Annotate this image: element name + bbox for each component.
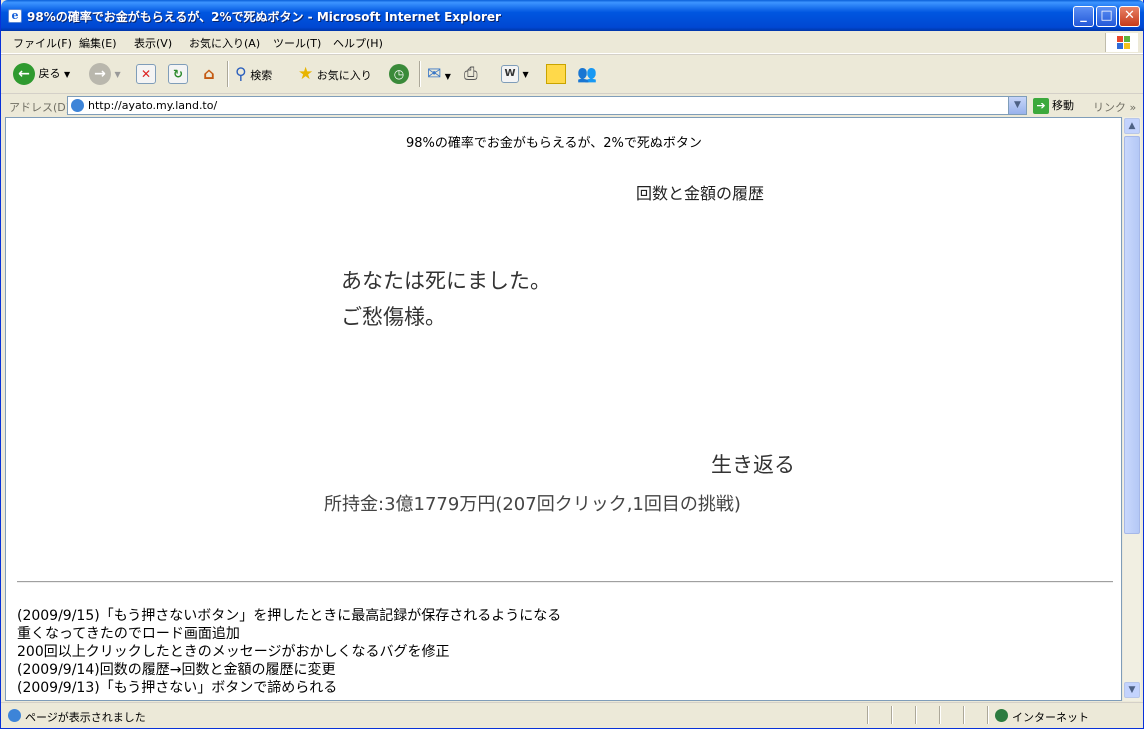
windows-logo-icon <box>1105 33 1138 52</box>
mail-dropdown-icon[interactable]: ▼ <box>445 72 451 81</box>
history-link[interactable]: 回数と金額の履歴 <box>636 180 764 204</box>
changelog-item: (2009/9/14)回数の履歴→回数と金額の履歴に変更 <box>17 662 336 678</box>
page-title: 98%の確率でお金がもらえるが、2%で死ぬボタン <box>406 136 702 151</box>
title-bar[interactable]: e 98%の確率でお金がもらえるが、2%で死ぬボタン - Microsoft I… <box>1 0 1144 31</box>
search-label: 検索 <box>250 69 273 82</box>
forward-arrow-icon: → <box>89 63 111 85</box>
changelog: (2009/9/15)「もう押さないボタン」を押したときに最高記録が保存されるよ… <box>17 607 561 697</box>
history-clock-icon: ◷ <box>389 64 409 84</box>
maximize-button[interactable]: □ <box>1096 6 1117 27</box>
back-arrow-icon: ← <box>13 63 35 85</box>
refresh-icon: ↻ <box>168 64 188 84</box>
favorites-button[interactable]: ★ お気に入り <box>298 61 372 87</box>
toolbar-separator <box>419 61 421 87</box>
search-icon: ⚲ <box>235 64 247 83</box>
toolbar-separator <box>227 61 229 87</box>
star-icon: ★ <box>298 64 314 84</box>
back-button[interactable]: ← 戻る ▼ <box>13 61 70 87</box>
status-divider <box>891 706 893 724</box>
printer-icon: ⎙ <box>464 64 478 84</box>
edit-button[interactable]: W ▼ <box>501 61 529 87</box>
search-button[interactable]: ⚲ 検索 <box>235 61 272 87</box>
changelog-item: (2009/9/13)「もう押さない」ボタンで諦められる <box>17 680 338 696</box>
browser-window: e 98%の確率でお金がもらえるが、2%で死ぬボタン - Microsoft I… <box>0 0 1144 729</box>
status-divider <box>867 706 869 724</box>
divider <box>17 581 1113 583</box>
menu-bar: ファイル(F) 編集(E) 表示(V) お気に入り(A) ツール(T) ヘルプ(… <box>1 31 1143 54</box>
note-icon <box>546 64 566 84</box>
scroll-down-icon[interactable]: ▼ <box>1124 682 1140 698</box>
print-button[interactable]: ⎙ <box>464 61 478 87</box>
address-bar: アドレス(D) http://ayato.my.land.to/ ▼ ➔ 移動 リ… <box>1 93 1143 117</box>
address-label: アドレス(D) <box>9 101 71 114</box>
minimize-button[interactable]: _ <box>1073 6 1094 27</box>
status-text: ページが表示されました <box>25 711 146 724</box>
status-divider <box>915 706 917 724</box>
page-viewport: 98%の確率でお金がもらえるが、2%で死ぬボタン 回数と金額の履歴 あなたは死に… <box>5 117 1122 701</box>
scroll-up-icon[interactable]: ▲ <box>1124 118 1140 134</box>
go-button[interactable]: ➔ 移動 <box>1033 97 1074 114</box>
menu-help[interactable]: ヘルプ(H) <box>333 35 383 51</box>
changelog-item: (2009/9/15)「もう押さないボタン」を押したときに最高記録が保存されるよ… <box>17 608 562 624</box>
links-toolbar[interactable]: リンク » <box>1093 99 1136 115</box>
vertical-scrollbar[interactable]: ▲ ▼ <box>1122 117 1141 701</box>
forward-dropdown-icon[interactable]: ▼ <box>115 70 121 79</box>
revive-button[interactable]: 生き返る <box>711 449 795 479</box>
address-url: http://ayato.my.land.to/ <box>88 99 218 112</box>
menu-view[interactable]: 表示(V) <box>134 35 172 51</box>
status-bar: ページが表示されました インターネット <box>1 702 1143 728</box>
death-message-line: あなたは死にました。 <box>341 269 551 293</box>
refresh-button[interactable]: ↻ <box>168 61 188 87</box>
security-zone: インターネット <box>1012 711 1089 724</box>
death-message: あなたは死にました。 ご愁傷様。 <box>341 263 551 335</box>
discuss-button[interactable] <box>546 61 566 87</box>
menu-tools[interactable]: ツール(T) <box>273 35 321 51</box>
home-icon: ⌂ <box>203 64 215 83</box>
changelog-item: 200回以上クリックしたときのメッセージがおかしくなるバグを修正 <box>17 644 450 660</box>
mail-button[interactable]: ✉ ▼ <box>427 61 451 87</box>
standard-toolbar: ← 戻る ▼ → ▼ ✕ ↻ ⌂ ⚲ 検索 ★ お気に入り ◷ ✉ ▼ ⎙ W … <box>1 54 1143 93</box>
stop-icon: ✕ <box>136 64 156 84</box>
address-dropdown-icon[interactable]: ▼ <box>1008 97 1026 114</box>
window-title: 98%の確率でお金がもらえるが、2%で死ぬボタン - Microsoft Int… <box>27 10 501 24</box>
close-button[interactable]: ✕ <box>1119 6 1140 27</box>
menu-file[interactable]: ファイル(F) <box>13 35 72 51</box>
back-label: 戻る <box>38 67 61 80</box>
money-status: 所持金:3億1779万円(207回クリック,1回目の挑戦) <box>324 494 741 515</box>
status-divider <box>987 706 989 724</box>
changelog-item: 重くなってきたのでロード画面追加 <box>17 626 240 642</box>
scroll-thumb[interactable] <box>1124 136 1140 534</box>
status-divider <box>939 706 941 724</box>
messenger-button[interactable]: 👥 <box>577 61 597 87</box>
menu-favorites[interactable]: お気に入り(A) <box>189 35 260 51</box>
page-done-icon <box>8 709 21 722</box>
page-icon <box>71 99 84 112</box>
favorites-label: お気に入り <box>316 69 372 82</box>
address-input[interactable]: http://ayato.my.land.to/ ▼ <box>67 96 1027 115</box>
death-message-line: ご愁傷様。 <box>341 305 446 329</box>
stop-button[interactable]: ✕ <box>136 61 156 87</box>
edit-dropdown-icon[interactable]: ▼ <box>523 70 529 79</box>
go-label: 移動 <box>1052 99 1074 112</box>
go-arrow-icon: ➔ <box>1033 98 1049 114</box>
status-divider <box>963 706 965 724</box>
history-button[interactable]: ◷ <box>389 61 409 87</box>
internet-zone-icon <box>995 709 1008 722</box>
home-button[interactable]: ⌂ <box>199 61 219 87</box>
back-dropdown-icon[interactable]: ▼ <box>64 70 70 79</box>
forward-button[interactable]: → ▼ <box>89 61 121 87</box>
ie-icon: e <box>8 9 22 23</box>
mail-icon: ✉ <box>427 64 442 84</box>
word-edit-icon: W <box>501 65 519 83</box>
messenger-people-icon: 👥 <box>577 64 597 83</box>
menu-edit[interactable]: 編集(E) <box>79 35 117 51</box>
